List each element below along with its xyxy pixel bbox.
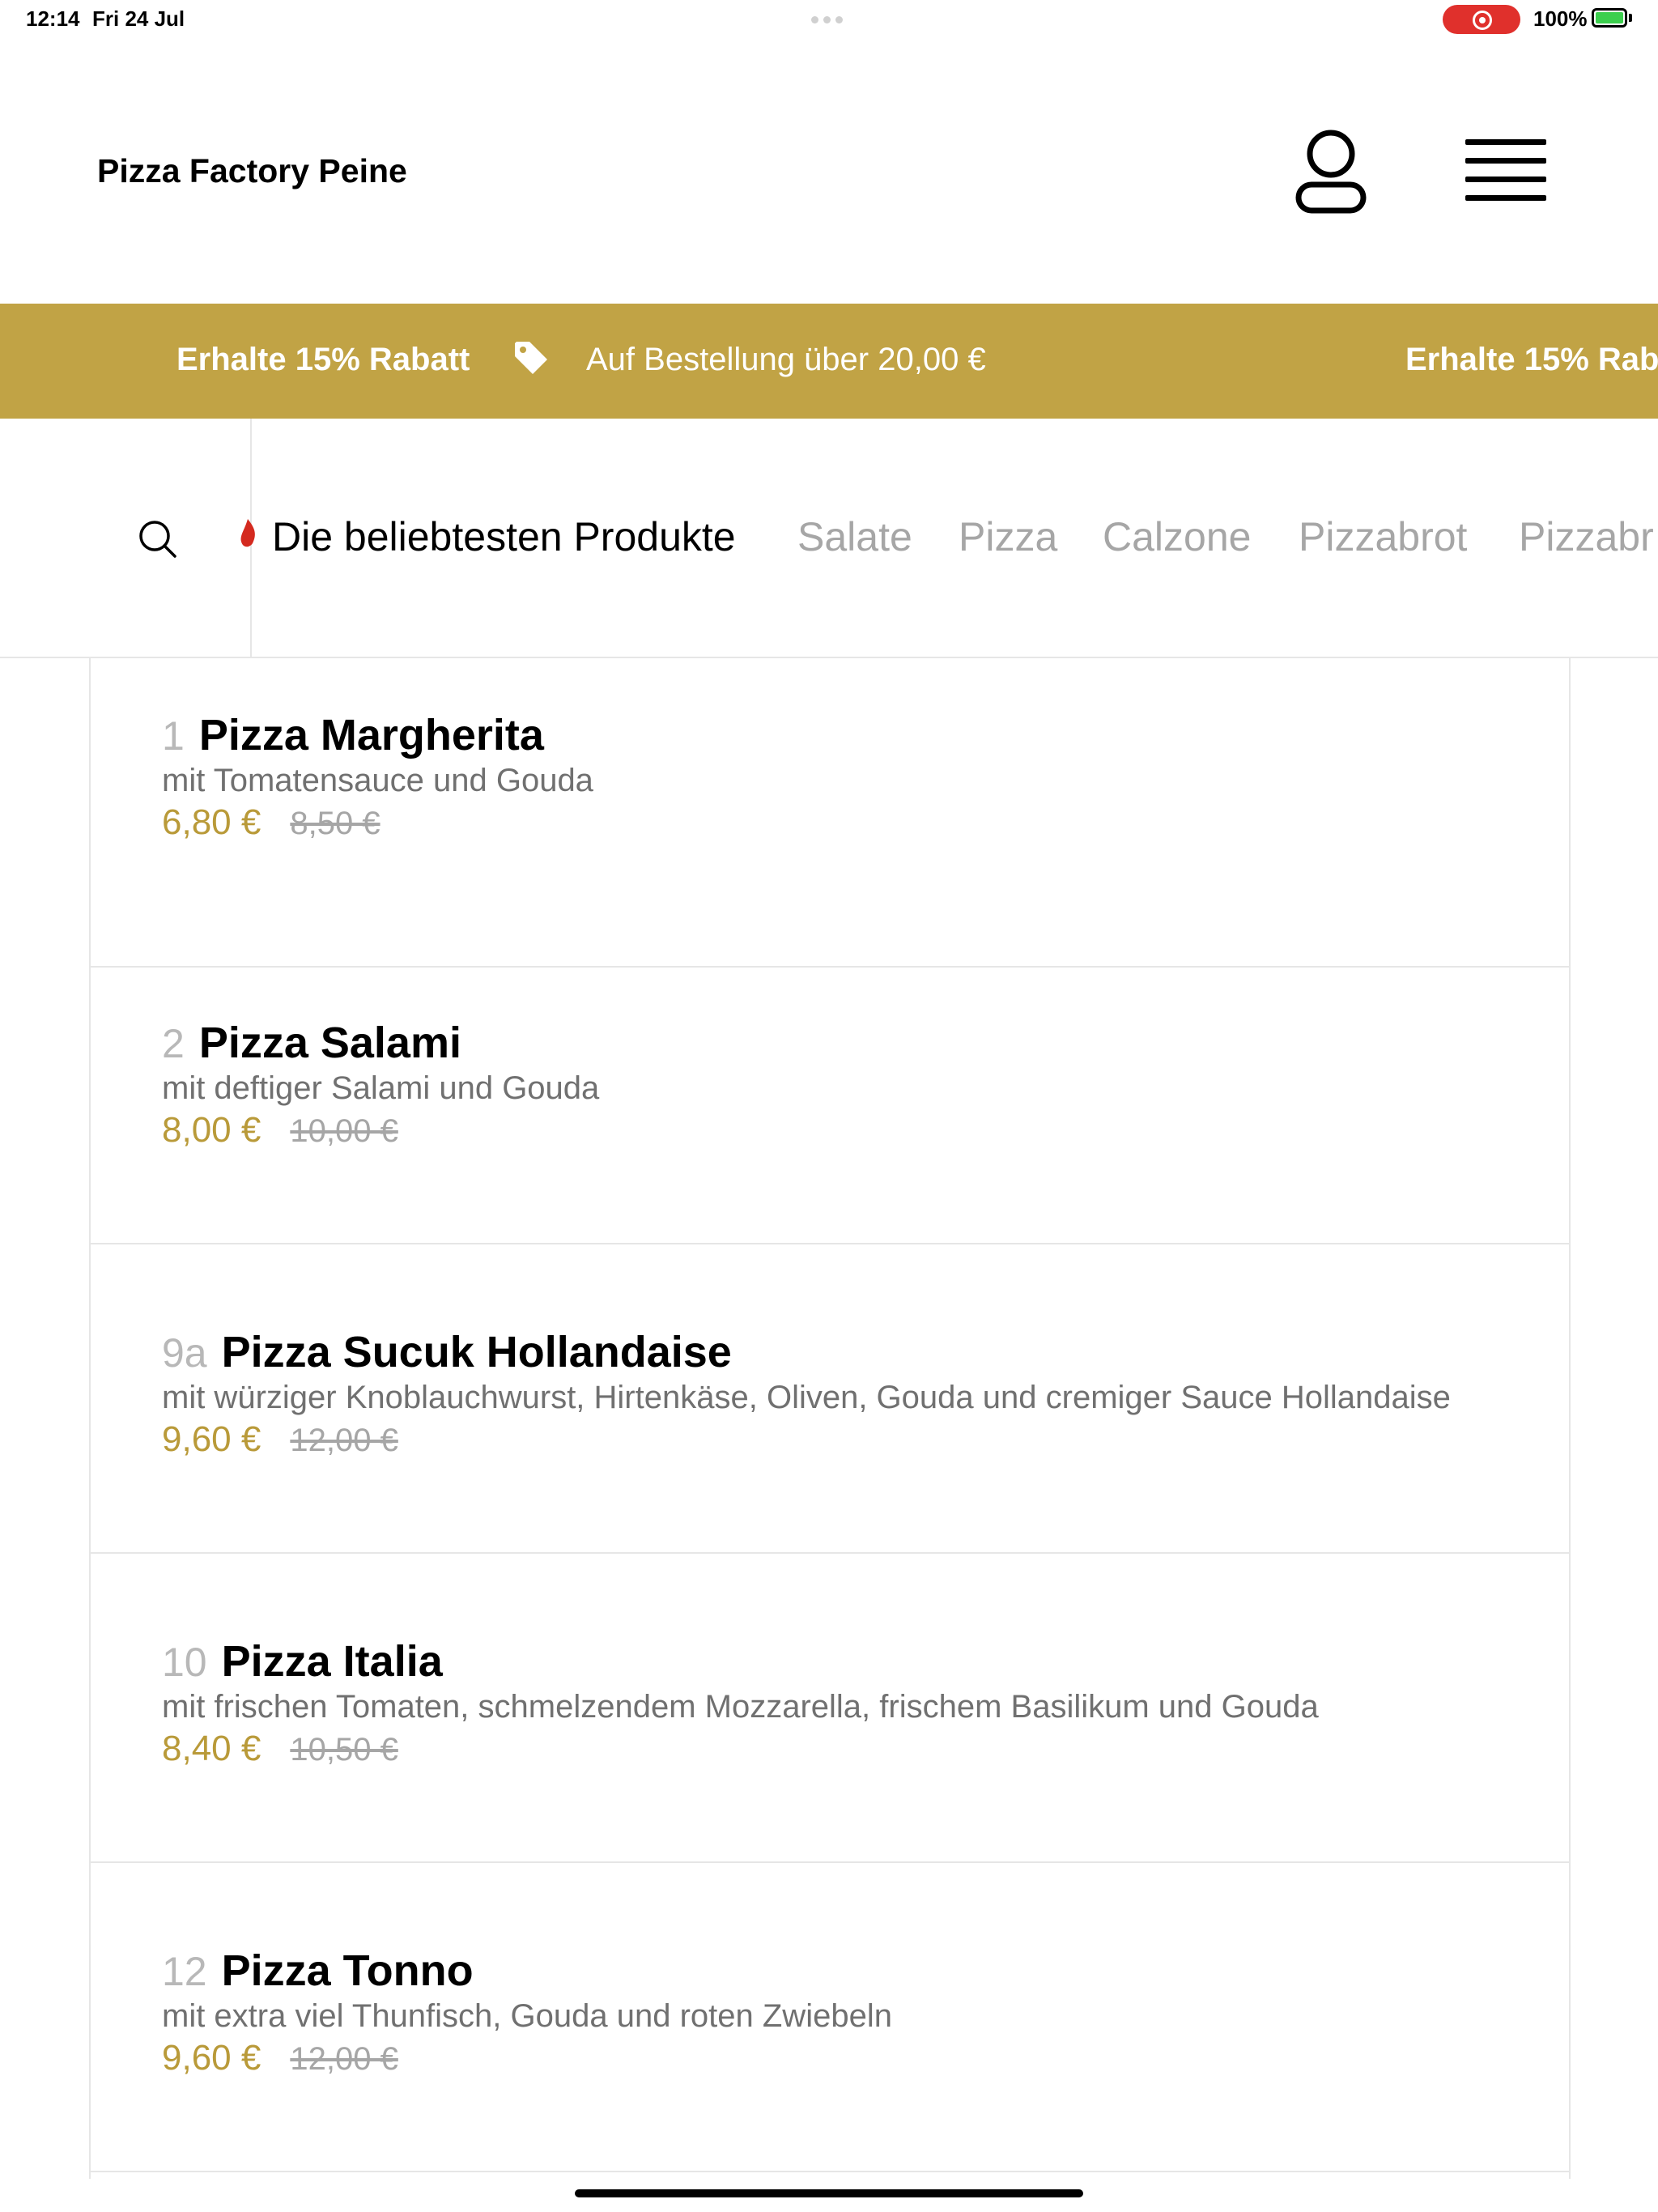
category-tab-pizzabr[interactable]: Pizzabr: [1519, 513, 1654, 560]
search-button[interactable]: [138, 519, 178, 559]
promo-banner[interactable]: Erhalte 15% Rabatt Auf Bestellung über 2…: [0, 304, 1658, 419]
product-old-price: 10,00 €: [290, 1113, 398, 1149]
product-item[interactable]: 2 Pizza Salami mit deftiger Salami und Go…: [91, 934, 1569, 1244]
product-description: mit extra viel Thunfisch, Gouda und rote…: [162, 1998, 892, 2034]
product-number: 2: [162, 1021, 185, 1066]
promo-title-repeat: Erhalte 15% Rab: [1405, 342, 1658, 377]
product-heading: 12 Pizza Tonno: [162, 1946, 474, 1996]
status-bar: 12:14 Fri 24 Jul 100%: [0, 0, 1658, 39]
category-tab-popular[interactable]: Die beliebtesten Produkte: [272, 513, 736, 560]
product-price-row: 8,00 € 10,00 €: [162, 1110, 398, 1151]
battery-percentage: 100%: [1533, 6, 1588, 31]
product-description: mit Tomatensauce und Gouda: [162, 763, 593, 798]
product-heading: 1 Pizza Margherita: [162, 710, 544, 760]
product-price: 9,60 €: [162, 2038, 261, 2078]
product-heading: 10 Pizza Italia: [162, 1636, 443, 1687]
hamburger-menu-icon-line-top: [1465, 139, 1546, 145]
product-old-price: 10,50 €: [290, 1732, 398, 1767]
product-old-price: 8,50 €: [290, 806, 380, 841]
product-number: 9a: [162, 1330, 207, 1376]
category-tab-pizza[interactable]: Pizza: [959, 513, 1057, 560]
product-price-row: 6,80 € 8,50 €: [162, 802, 380, 843]
product-price: 8,40 €: [162, 1729, 261, 1768]
product-price: 6,80 €: [162, 802, 261, 842]
main-menu-button[interactable]: [1465, 136, 1550, 207]
home-indicator[interactable]: [575, 2189, 1083, 2197]
product-number: 1: [162, 713, 185, 759]
product-name: Pizza Margherita: [198, 711, 544, 759]
product-description: mit frischen Tomaten, schmelzendem Mozza…: [162, 1689, 1319, 1725]
product-name: Pizza Tonno: [221, 1946, 474, 1995]
status-time: 12:14: [26, 6, 80, 31]
category-nav: Die beliebtesten Produkte Salate Pizza C…: [0, 419, 1658, 658]
product-number: 12: [162, 1949, 207, 1994]
product-item[interactable]: 10 Pizza Italia mit frischen Tomaten, sch…: [91, 1552, 1569, 1863]
product-description: mit deftiger Salami und Gouda: [162, 1070, 600, 1106]
product-number: 10: [162, 1640, 207, 1685]
record-icon: [1473, 11, 1492, 30]
product-heading: 9a Pizza Sucuk Hollandaise: [162, 1327, 732, 1377]
battery-icon: [1592, 8, 1627, 28]
product-price: 9,60 €: [162, 1419, 261, 1459]
category-tab-salate[interactable]: Salate: [797, 513, 912, 560]
product-description: mit würziger Knoblauchwurst, Hirtenkäse,…: [162, 1380, 1451, 1415]
category-tab-pizzabrot[interactable]: Pizzabrot: [1299, 513, 1467, 560]
status-date: Fri 24 Jul: [92, 6, 185, 31]
hamburger-menu-icon-line-3: [1465, 177, 1546, 182]
multitasking-dots-icon[interactable]: [811, 16, 847, 23]
product-price: 8,00 €: [162, 1110, 261, 1150]
product-list: 1 Pizza Margherita mit Tomatensauce und G…: [89, 657, 1571, 2179]
category-tab-calzone[interactable]: Calzone: [1103, 513, 1251, 560]
user-account-button[interactable]: [1292, 126, 1370, 215]
product-name: Pizza Italia: [221, 1637, 443, 1686]
product-item[interactable]: 9a Pizza Sucuk Hollandaise mit würziger K…: [91, 1243, 1569, 1554]
tag-icon: [515, 342, 547, 374]
brand-title[interactable]: Pizza Factory Peine: [97, 152, 407, 190]
battery-tip: [1629, 14, 1632, 22]
product-name: Pizza Sucuk Hollandaise: [221, 1328, 732, 1376]
product-old-price: 12,00 €: [290, 2041, 398, 2077]
product-item[interactable]: 12 Pizza Tonno mit extra viel Thunfisch, …: [91, 1861, 1569, 2172]
product-heading: 2 Pizza Salami: [162, 1018, 461, 1068]
hamburger-menu-icon-line-bottom: [1465, 195, 1546, 201]
search-icon: [139, 521, 176, 558]
fire-icon: [240, 519, 255, 547]
product-price-row: 9,60 € 12,00 €: [162, 1419, 398, 1460]
promo-title: Erhalte 15% Rabatt: [176, 342, 470, 377]
product-name: Pizza Salami: [198, 1019, 461, 1067]
product-old-price: 12,00 €: [290, 1423, 398, 1458]
product-price-row: 9,60 € 12,00 €: [162, 2038, 398, 2078]
product-item[interactable]: 1 Pizza Margherita mit Tomatensauce und G…: [91, 657, 1569, 968]
hamburger-menu-icon-line-2: [1465, 158, 1546, 164]
screen-recording-indicator[interactable]: [1443, 5, 1520, 34]
promo-text: Auf Bestellung über 20,00 €: [586, 342, 986, 377]
product-price-row: 8,40 € 10,50 €: [162, 1729, 398, 1769]
user-icon: [1295, 130, 1367, 214]
